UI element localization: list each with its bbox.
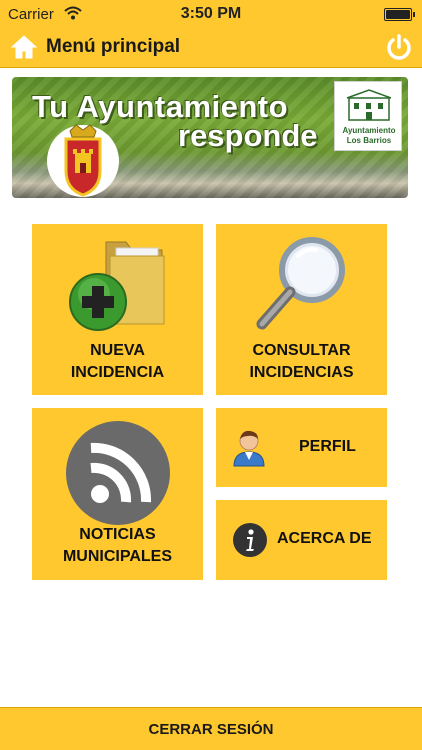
noticias-municipales-button[interactable]: NOTICIAS MUNICIPALES xyxy=(32,408,203,580)
consultar-label-line2: INCIDENCIAS xyxy=(249,364,354,381)
info-icon xyxy=(233,523,267,557)
nueva-incidencia-button[interactable]: NUEVA INCIDENCIA xyxy=(32,224,203,395)
magnifier-icon xyxy=(256,237,345,330)
noticias-label-line1: NOTICIAS xyxy=(79,526,156,543)
page-title: Menú principal xyxy=(46,36,181,57)
nueva-label-line1: NUEVA xyxy=(90,342,145,359)
battery-icon xyxy=(384,8,415,21)
banner-title-line2: responde xyxy=(178,118,318,153)
noticias-municipales-label: NOTICIAS MUNICIPALES xyxy=(32,524,203,568)
perfil-button[interactable]: PERFIL xyxy=(216,408,387,487)
status-bar: Carrier 3:50 PM xyxy=(0,0,422,30)
ayuntamiento-logo: Ayuntamiento Los Barrios xyxy=(334,81,402,151)
header-banner: Tu Ayuntamiento responde Ayuntamiento Lo… xyxy=(12,77,408,198)
logo-text-line1: Ayuntamiento xyxy=(342,126,396,135)
consultar-incidencias-label: CONSULTAR INCIDENCIAS xyxy=(216,340,387,384)
logo-text-line2: Los Barrios xyxy=(346,136,392,145)
building-icon xyxy=(346,89,392,121)
status-time: 3:50 PM xyxy=(180,5,242,22)
coat-of-arms-icon xyxy=(47,124,119,197)
nueva-incidencia-label: NUEVA INCIDENCIA xyxy=(32,340,203,384)
power-icon[interactable] xyxy=(384,32,414,62)
rss-icon xyxy=(66,421,170,525)
noticias-label-line2: MUNICIPALES xyxy=(62,548,173,565)
acerca-de-button[interactable]: ACERCA DE xyxy=(216,500,387,580)
acerca-de-label: ACERCA DE xyxy=(277,530,372,547)
navigation-bar: Menú principal xyxy=(0,30,422,68)
consultar-label-line1: CONSULTAR xyxy=(252,342,351,359)
perfil-label: PERFIL xyxy=(299,438,356,455)
cerrar-sesion-label: CERRAR SESIÓN xyxy=(148,721,274,738)
consultar-incidencias-button[interactable]: CONSULTAR INCIDENCIAS xyxy=(216,224,387,395)
home-icon[interactable] xyxy=(10,34,38,60)
cerrar-sesion-button[interactable]: CERRAR SESIÓN xyxy=(0,707,422,750)
folder-add-icon xyxy=(69,241,165,331)
person-icon xyxy=(233,430,265,467)
nueva-label-line2: INCIDENCIA xyxy=(70,364,165,381)
